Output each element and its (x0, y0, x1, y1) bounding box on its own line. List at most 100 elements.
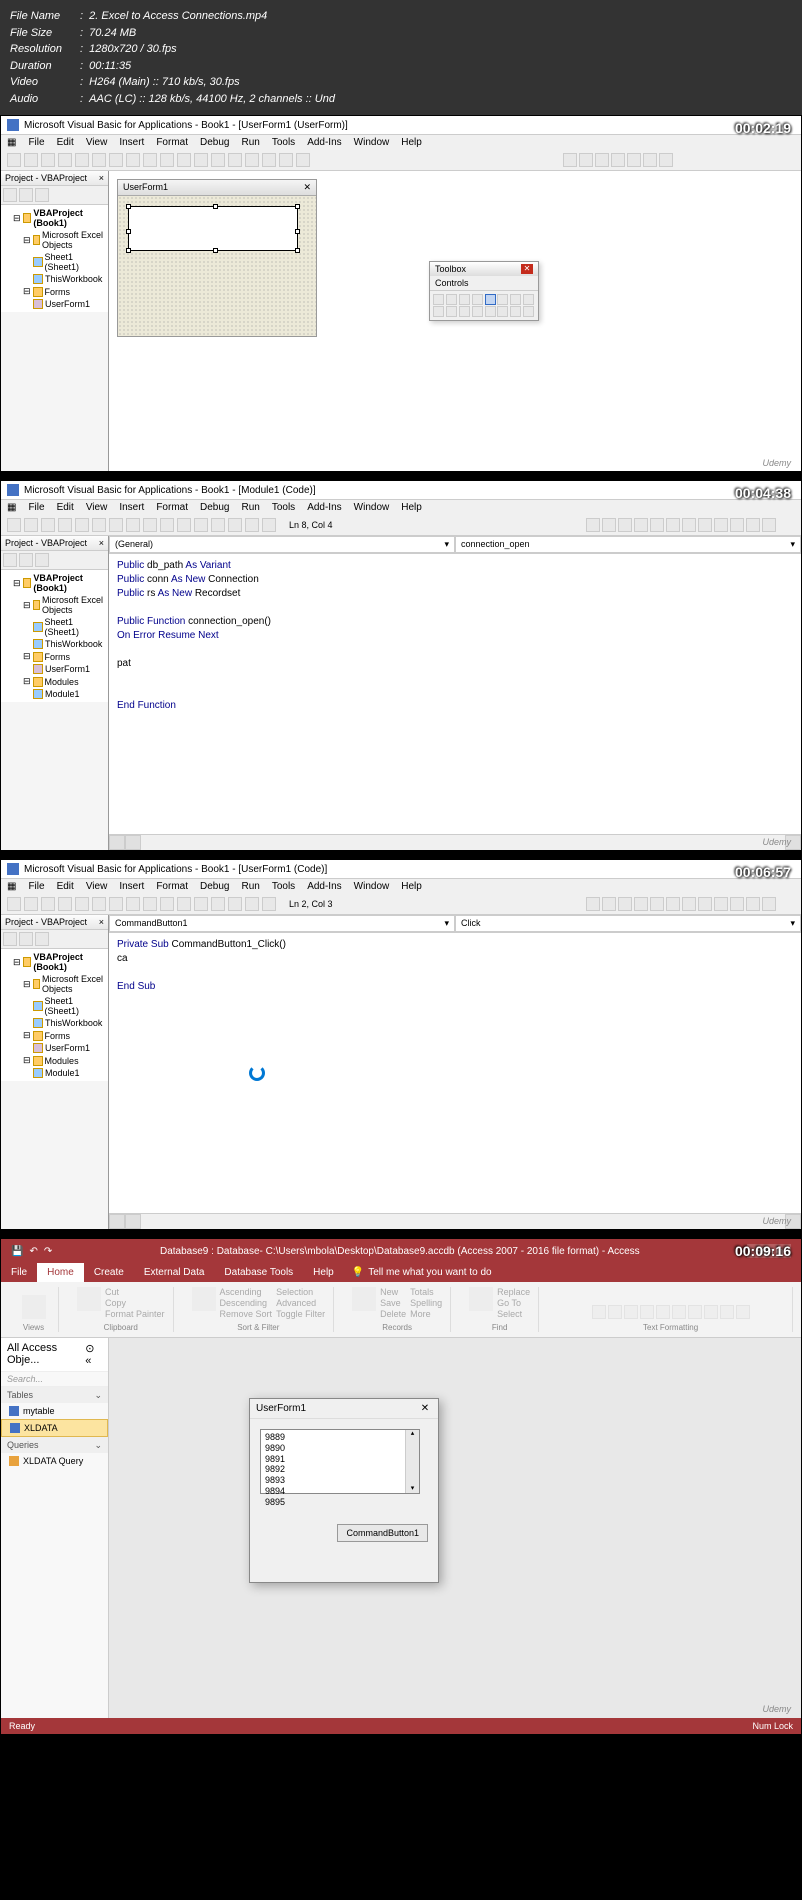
tree-module1[interactable]: Module1 (3, 688, 106, 700)
paste-button[interactable] (77, 1287, 101, 1311)
app-menu-icon[interactable]: ▦ (7, 881, 16, 892)
listbox-scrollbar[interactable]: ▴▾ (405, 1430, 419, 1493)
find-button[interactable] (109, 153, 123, 167)
view-button[interactable] (22, 1295, 46, 1319)
insert-button[interactable] (24, 153, 38, 167)
toolbox-window[interactable]: Toolbox✕ Controls (429, 261, 539, 321)
toolbox-close-button[interactable]: ✕ (521, 264, 533, 274)
tool-label[interactable] (446, 294, 457, 305)
undo-icon[interactable]: ↶ (29, 1246, 37, 1257)
redo-icon[interactable]: ↷ (44, 1246, 52, 1257)
form-close-icon[interactable]: ✕ (303, 182, 311, 193)
refresh-button[interactable] (352, 1287, 376, 1311)
undo-button[interactable] (126, 153, 140, 167)
panel-close-icon[interactable]: × (99, 538, 104, 548)
menu-insert[interactable]: Insert (119, 137, 144, 148)
dialog-close-button[interactable]: ✕ (418, 1403, 432, 1414)
project-explorer-button[interactable] (228, 153, 242, 167)
list-item[interactable]: 9891 (265, 1454, 415, 1465)
object-browser-button[interactable] (262, 153, 276, 167)
object-dropdown[interactable]: (General)▾ (109, 536, 455, 553)
run-button[interactable] (160, 153, 174, 167)
menu-tools[interactable]: Tools (272, 137, 295, 148)
userform-dialog[interactable]: UserForm1✕ 9889 9890 9891 9892 9893 9894… (249, 1398, 439, 1583)
tool-frame[interactable] (433, 306, 444, 317)
tree-sheet1[interactable]: Sheet1 (Sheet1) (3, 251, 106, 273)
app-menu-icon[interactable]: ▦ (7, 502, 16, 513)
design-mode-button[interactable] (211, 153, 225, 167)
zoom-button[interactable] (659, 153, 673, 167)
align-button[interactable] (563, 153, 577, 167)
tool-combobox[interactable] (472, 294, 483, 305)
nav-section-tables[interactable]: Tables ⌄ (1, 1387, 108, 1403)
menu-window[interactable]: Window (354, 137, 390, 148)
horizontal-scrollbar[interactable] (109, 834, 801, 850)
properties-button[interactable] (245, 153, 259, 167)
tell-me-input[interactable]: 💡Tell me what you want to do (344, 1263, 500, 1282)
list-item[interactable]: 9893 (265, 1475, 415, 1486)
object-dropdown[interactable]: CommandButton1▾ (109, 915, 455, 932)
menu-addins[interactable]: Add-Ins (307, 137, 341, 148)
list-item[interactable]: 9894 (265, 1486, 415, 1497)
nav-table-xldata[interactable]: XLDATA (1, 1419, 108, 1437)
app-menu-icon[interactable]: ▦ (7, 137, 16, 148)
menu-file[interactable]: File (28, 137, 44, 148)
redo-button[interactable] (143, 153, 157, 167)
tool-refedit[interactable] (523, 306, 534, 317)
tool-optionbutton[interactable] (510, 294, 521, 305)
menubar[interactable]: ▦ FileEditViewInsertFormatDebugRunToolsA… (1, 500, 801, 515)
view-object-button[interactable] (19, 188, 33, 202)
horizontal-scrollbar[interactable] (109, 1213, 801, 1229)
tab-external[interactable]: External Data (134, 1263, 215, 1282)
tool-listbox[interactable] (485, 294, 496, 305)
tool-tabstrip[interactable] (459, 306, 470, 317)
cut-button[interactable] (58, 153, 72, 167)
menubar[interactable]: ▦ FileEditViewInsertFormatDebugRunToolsA… (1, 879, 801, 894)
ungroup-button[interactable] (611, 153, 625, 167)
list-item[interactable]: 9889 (265, 1432, 415, 1443)
bring-front-button[interactable] (627, 153, 641, 167)
menu-edit[interactable]: Edit (57, 137, 74, 148)
tool-commandbutton[interactable] (446, 306, 457, 317)
help-button[interactable] (296, 153, 310, 167)
menu-help[interactable]: Help (401, 137, 422, 148)
reset-button[interactable] (194, 153, 208, 167)
copy-button[interactable] (75, 153, 89, 167)
command-button[interactable]: CommandButton1 (337, 1524, 428, 1542)
menu-debug[interactable]: Debug (200, 137, 229, 148)
menu-view[interactable]: View (86, 137, 108, 148)
tool-togglebutton[interactable] (523, 294, 534, 305)
tool-spinbutton[interactable] (497, 306, 508, 317)
menu-format[interactable]: Format (156, 137, 188, 148)
tool-checkbox[interactable] (497, 294, 508, 305)
listbox-control[interactable] (128, 206, 298, 251)
code-editor[interactable]: Private Sub CommandButton1_Click() ca En… (109, 933, 801, 1213)
tree-project[interactable]: ⊟VBAProject (Book1) (3, 207, 106, 229)
nav-search-input[interactable]: Search... (1, 1372, 108, 1387)
tree-workbook[interactable]: ThisWorkbook (3, 273, 106, 285)
tab-help[interactable]: Help (303, 1263, 344, 1282)
list-item[interactable]: 9890 (265, 1443, 415, 1454)
panel-close-icon[interactable]: × (99, 917, 104, 927)
tool-scrollbar[interactable] (485, 306, 496, 317)
tool-pointer[interactable] (433, 294, 444, 305)
tree-folder-objects[interactable]: ⊟Microsoft Excel Objects (3, 229, 106, 251)
send-back-button[interactable] (643, 153, 657, 167)
list-item[interactable]: 9892 (265, 1464, 415, 1475)
nav-query-xldata[interactable]: XLDATA Query (1, 1453, 108, 1469)
tool-multipage[interactable] (472, 306, 483, 317)
tree-userform1[interactable]: UserForm1 (3, 298, 106, 310)
tab-create[interactable]: Create (84, 1263, 134, 1282)
userform-designer[interactable]: UserForm1✕ (117, 179, 317, 337)
list-item[interactable]: 9895 (265, 1497, 415, 1508)
tab-dbtools[interactable]: Database Tools (214, 1263, 303, 1282)
nav-table-mytable[interactable]: mytable (1, 1403, 108, 1419)
tool-image[interactable] (510, 306, 521, 317)
menu-run[interactable]: Run (241, 137, 259, 148)
toolbox-tab-controls[interactable]: Controls (430, 276, 538, 291)
procedure-dropdown[interactable]: connection_open▾ (455, 536, 801, 553)
tab-file[interactable]: File (1, 1263, 37, 1282)
procedure-dropdown[interactable]: Click▾ (455, 915, 801, 932)
save-button[interactable] (41, 153, 55, 167)
code-editor[interactable]: Public db_path As Variant Public conn As… (109, 554, 801, 834)
